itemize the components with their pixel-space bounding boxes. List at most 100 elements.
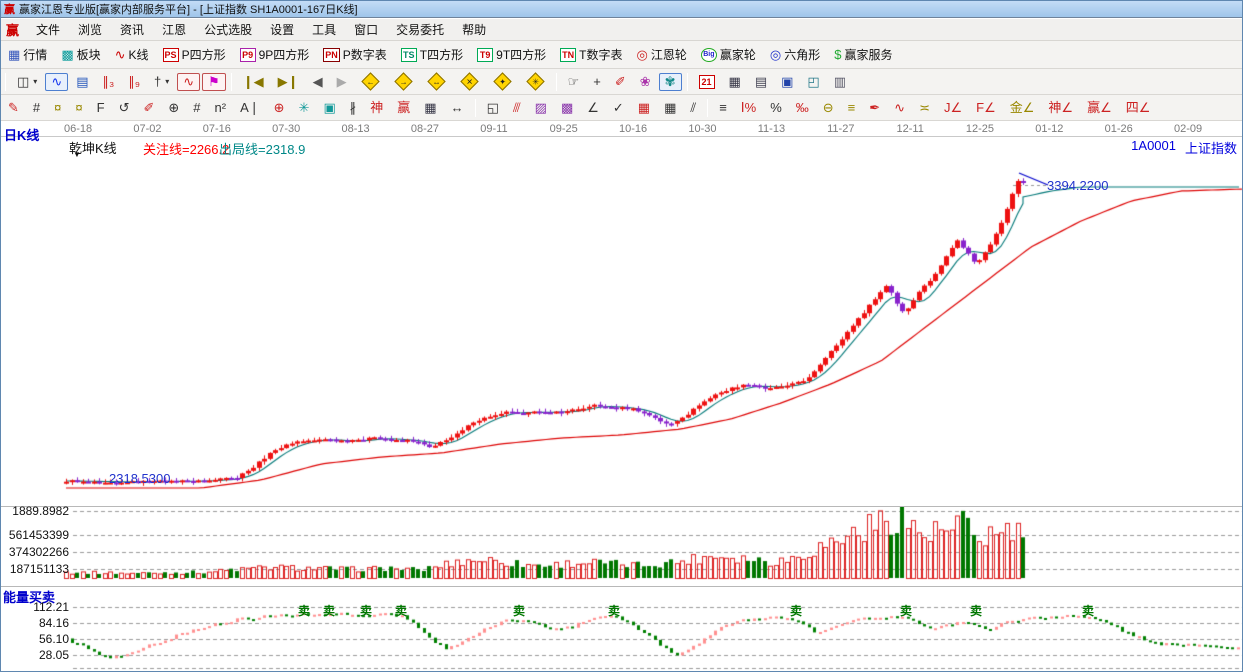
win-angle-icon[interactable]: 赢∠ — [1081, 99, 1118, 117]
menu-browse[interactable]: 浏览 — [69, 19, 111, 40]
god-tool-icon[interactable]: 神 — [364, 99, 389, 117]
check-wave-icon[interactable]: ✓ — [607, 99, 630, 117]
pin-tool-icon[interactable]: †▾ — [148, 73, 175, 91]
ink-pen-icon[interactable]: ✒ — [863, 99, 886, 117]
gold-tool-1-icon[interactable]: ¤ — [48, 99, 67, 117]
symbol-name-label[interactable]: 上证指数 — [1185, 138, 1237, 157]
f-angle-icon[interactable]: F∠ — [970, 99, 1002, 117]
first-page-icon[interactable]: ❙◀ — [237, 73, 270, 91]
brush-tool-icon[interactable]: ✎ — [2, 99, 25, 117]
four-angle-icon[interactable]: 四∠ — [1120, 99, 1157, 117]
menu-trade-entrust[interactable]: 交易委托 — [387, 19, 453, 40]
f-tool-icon[interactable]: F — [91, 99, 111, 117]
grid-price-table-icon[interactable]: ▦ — [418, 99, 442, 117]
market-quotes-icon[interactable]: ▦行情 — [2, 44, 53, 65]
comb-lines-icon[interactable]: # — [27, 99, 46, 117]
wave-red-icon[interactable]: ∿ — [888, 99, 911, 117]
grid-red-icon[interactable]: ▦ — [632, 99, 656, 117]
bars-9-icon[interactable]: ∥₉ — [122, 73, 146, 91]
fractal-marks-icon[interactable]: ∦ — [344, 99, 363, 117]
volume-chart-canvas[interactable] — [1, 506, 1243, 586]
gold-circle-icon[interactable]: ⊖ — [817, 99, 840, 117]
diamond-right-icon[interactable]: → — [388, 71, 419, 92]
notepad-icon[interactable]: ▤ — [749, 73, 773, 91]
t-square-icon[interactable]: TST四方形 — [395, 44, 469, 65]
p-square-icon[interactable]: PSP四方形 — [157, 44, 232, 65]
gold-tool-2-icon[interactable]: ¤ — [69, 99, 88, 117]
indicator-chart-canvas[interactable] — [1, 586, 1243, 672]
symbol-code-label[interactable]: 1A0001 — [1131, 138, 1176, 153]
save-disk-icon[interactable]: ▣ — [775, 73, 799, 91]
gold-angle-icon[interactable]: 金∠ — [1004, 99, 1041, 117]
zigzag-red-icon[interactable]: ∿ — [177, 73, 200, 91]
title-bar[interactable]: 赢 赢家江恩专业版[赢家内部服务平台] - [上证指数 SH1A0001-167… — [1, 1, 1242, 18]
sector-blocks-icon[interactable]: ▩板块 — [55, 44, 106, 65]
period-day-icon[interactable]: ◫▾ — [11, 73, 43, 91]
win-tool-icon[interactable]: 赢 — [391, 99, 416, 117]
square-target-icon[interactable]: ▣ — [317, 99, 341, 117]
screen-capture-icon[interactable]: ◰ — [801, 73, 825, 91]
bars-3-icon[interactable]: ∥₃ — [97, 73, 121, 91]
menu-window[interactable]: 窗口 — [345, 19, 387, 40]
diamond-center-icon[interactable]: ✦ — [487, 71, 518, 92]
circle-cross-icon[interactable]: ⊕ — [268, 99, 291, 117]
n-squared-icon[interactable]: n² — [209, 99, 233, 117]
knot-tool-icon[interactable]: ❀ — [634, 73, 657, 91]
starburst-icon[interactable]: ✳ — [293, 99, 316, 117]
percent-lines-red-icon[interactable]: Ⅰ% — [735, 99, 762, 117]
gann-wheel-icon[interactable]: ◎江恩轮 — [631, 44, 693, 65]
menu-formula-stock-pick[interactable]: 公式选股 — [195, 19, 261, 40]
last-page-icon[interactable]: ▶❙ — [272, 73, 305, 91]
red-fan-icon[interactable]: ⫻ — [507, 99, 527, 117]
info-document-icon[interactable]: ▤ — [70, 73, 94, 91]
zigzag-blue-icon[interactable]: ∿ — [45, 73, 68, 91]
hexagon-icon[interactable]: ◎六角形 — [764, 44, 826, 65]
flag-histogram-icon[interactable]: ⚑ — [202, 73, 226, 91]
a-mirror-icon[interactable]: A❘ — [234, 99, 266, 117]
purple-grid-fan-icon[interactable]: ▩ — [555, 99, 579, 117]
diamond-star-icon[interactable]: ✳ — [520, 71, 551, 92]
t-number-table-icon[interactable]: TNT数字表 — [554, 44, 628, 65]
winner-service-icon[interactable]: $赢家服务 — [828, 44, 898, 65]
comb-lines-2-icon[interactable]: # — [187, 99, 206, 117]
percent-underline-icon[interactable]: ‰ — [790, 99, 815, 117]
printer-icon[interactable]: ▥ — [828, 73, 852, 91]
j-angle-icon[interactable]: J∠ — [938, 99, 968, 117]
pencil-angle-icon[interactable]: ∠ — [581, 99, 605, 117]
parallel-rays-icon[interactable]: ⫽ — [684, 99, 702, 117]
menu-news[interactable]: 资讯 — [111, 19, 153, 40]
brush-tool-2-icon[interactable]: ✐ — [137, 99, 160, 117]
menu-file[interactable]: 文件 — [27, 19, 69, 40]
gold-lines-icon[interactable]: ≡ — [842, 99, 862, 117]
9t-square-icon[interactable]: T99T四方形 — [471, 44, 552, 65]
menu-help[interactable]: 帮助 — [453, 19, 495, 40]
clock-circle-icon[interactable]: ⊕ — [162, 99, 185, 117]
spiral-tool-icon[interactable]: ↺ — [113, 99, 136, 117]
diamond-h-expand-icon[interactable]: ↔ — [421, 71, 452, 92]
calendar-21-icon[interactable]: 21 — [693, 73, 721, 91]
span-arrows-icon[interactable]: ↔ — [445, 99, 470, 117]
winner-wheel-icon[interactable]: Big赢家轮 — [695, 44, 762, 65]
grid-dark-icon[interactable]: ▦ — [658, 99, 682, 117]
box-measure-icon[interactable]: ◱ — [481, 99, 505, 117]
p-number-table-icon[interactable]: PNP数字表 — [317, 44, 393, 65]
menu-tools[interactable]: 工具 — [303, 19, 345, 40]
crosshair-tool-icon[interactable]: + — [587, 73, 607, 91]
brain-tool-icon[interactable]: ✾ — [659, 73, 682, 91]
next-page-icon[interactable]: ▶ — [331, 73, 353, 91]
9p-square-icon[interactable]: P99P四方形 — [234, 44, 316, 65]
percent-icon[interactable]: % — [764, 99, 788, 117]
diamond-left-icon[interactable]: ← — [355, 71, 386, 92]
menu-settings[interactable]: 设置 — [261, 19, 303, 40]
prev-page-icon[interactable]: ◀ — [307, 73, 329, 91]
diamond-compress-icon[interactable]: ✕ — [454, 71, 485, 92]
compass-tool-icon[interactable]: ✐ — [609, 73, 632, 91]
god-angle-icon[interactable]: 神∠ — [1042, 99, 1079, 117]
purple-fan-box-icon[interactable]: ▨ — [529, 99, 553, 117]
calculator-icon[interactable]: ▦ — [723, 73, 747, 91]
hand-tool-icon[interactable]: ☞ — [562, 73, 586, 91]
price-scale-icon[interactable]: ≡ — [713, 99, 733, 117]
gold-line-red-icon[interactable]: ≍ — [913, 99, 936, 117]
menu-gann[interactable]: 江恩 — [153, 19, 195, 40]
kline-icon[interactable]: ∿K线 — [109, 44, 155, 65]
